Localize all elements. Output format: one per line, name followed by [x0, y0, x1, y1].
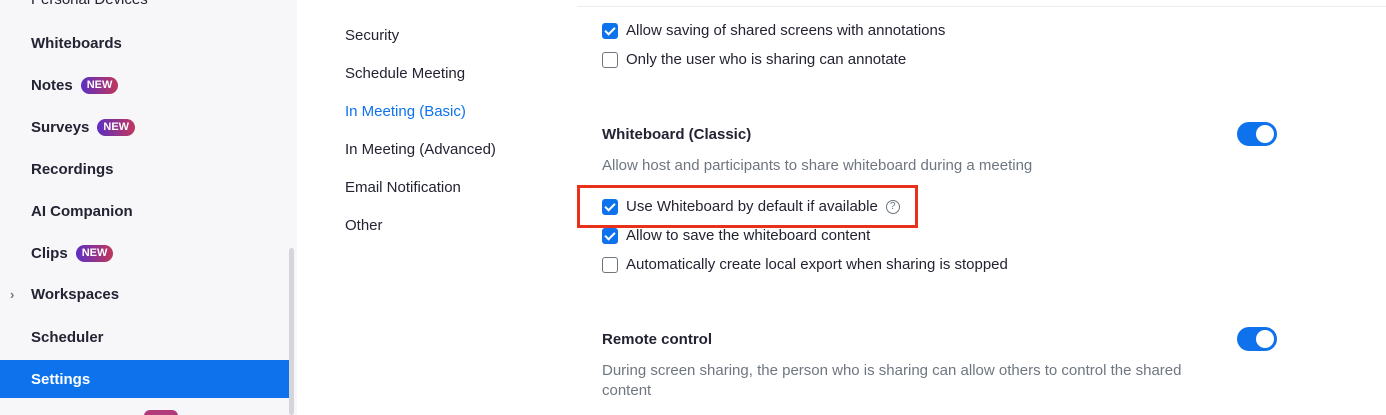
chevron-right-icon[interactable]: ›: [10, 287, 14, 302]
whiteboard-classic-description: Allow host and participants to share whi…: [602, 157, 1033, 174]
sidebar-item-ai-companion[interactable]: AI Companion: [0, 192, 291, 230]
sidebar-item-surveys[interactable]: Surveys NEW: [0, 108, 291, 146]
remote-control-title: Remote control: [602, 331, 713, 348]
option-label: Use Whiteboard by default if available: [626, 198, 878, 215]
sidebar-item-scheduler[interactable]: Scheduler: [0, 318, 291, 356]
option-label: Only the user who is sharing can annotat…: [626, 51, 907, 68]
sidebar-item-label: Notes: [31, 76, 73, 94]
subnav-in-meeting-basic[interactable]: In Meeting (Basic): [345, 103, 466, 120]
sidebar-item-whiteboards[interactable]: Whiteboards: [0, 24, 291, 62]
sidebar-item-label: Clips: [31, 244, 68, 262]
cut-off-badge: [144, 410, 178, 415]
sidebar-item-settings[interactable]: Settings: [0, 360, 291, 398]
new-badge: NEW: [80, 76, 119, 94]
sidebar-item-label: Surveys: [31, 118, 90, 136]
sidebar-item-label: Recordings: [31, 160, 114, 178]
sidebar-item-personal-devices[interactable]: Personal Devices: [31, 0, 148, 8]
annotation-option[interactable]: Allow saving of shared screens with anno…: [602, 22, 945, 39]
subnav-in-meeting-advanced[interactable]: In Meeting (Advanced): [345, 141, 496, 158]
whiteboard-option-allow-save[interactable]: Allow to save the whiteboard content: [602, 227, 870, 244]
new-badge: NEW: [97, 118, 136, 136]
subnav-other[interactable]: Other: [345, 217, 383, 234]
sidebar-item-label: Scheduler: [31, 328, 104, 346]
remote-control-toggle[interactable]: [1237, 327, 1277, 351]
new-badge: NEW: [75, 244, 114, 262]
checkbox-checked[interactable]: [602, 22, 618, 39]
sidebar-item-label: Whiteboards: [31, 34, 122, 52]
whiteboard-option-use-by-default[interactable]: Use Whiteboard by default if available ?: [602, 198, 900, 215]
checkbox-unchecked[interactable]: [602, 256, 618, 273]
sidebar-item-clips[interactable]: Clips NEW: [0, 234, 291, 272]
sidebar-item-recordings[interactable]: Recordings: [0, 150, 291, 188]
option-label: Allow saving of shared screens with anno…: [626, 22, 946, 39]
option-label: Allow to save the whiteboard content: [626, 227, 871, 244]
option-label: Automatically create local export when s…: [626, 256, 1008, 273]
remote-control-description: During screen sharing, the person who is…: [602, 362, 1182, 399]
sidebar-item-workspaces[interactable]: › Workspaces: [0, 275, 291, 313]
sidebar-item-notes[interactable]: Notes NEW: [0, 66, 291, 104]
sidebar-item-label: Settings: [31, 370, 91, 388]
help-icon[interactable]: ?: [885, 199, 900, 214]
whiteboard-option-auto-export[interactable]: Automatically create local export when s…: [602, 256, 1008, 273]
section-divider: [577, 6, 1386, 7]
subnav-email-notification[interactable]: Email Notification: [345, 179, 461, 196]
sidebar-item-label: AI Companion: [31, 202, 133, 220]
sidebar: Personal Devices Whiteboards Notes NEW S…: [0, 0, 297, 415]
subnav-schedule-meeting[interactable]: Schedule Meeting: [345, 65, 465, 82]
whiteboard-classic-toggle[interactable]: [1237, 122, 1277, 146]
sidebar-item-label: Workspaces: [31, 285, 120, 303]
sidebar-scrollbar-thumb[interactable]: [289, 248, 294, 415]
checkbox-checked[interactable]: [602, 198, 618, 215]
subnav-security[interactable]: Security: [345, 27, 399, 44]
whiteboard-classic-title: Whiteboard (Classic): [602, 126, 752, 143]
checkbox-checked[interactable]: [602, 227, 618, 244]
checkbox-unchecked[interactable]: [602, 51, 618, 68]
annotation-option[interactable]: Only the user who is sharing can annotat…: [602, 51, 906, 68]
